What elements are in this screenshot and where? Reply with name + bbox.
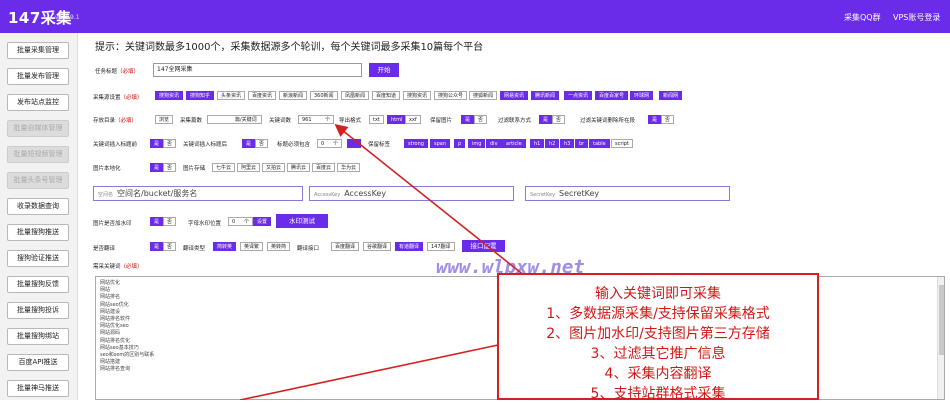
storage-option[interactable]: 腾讯云 <box>287 163 311 172</box>
promo-line: 4、采集内容翻译 <box>604 366 712 382</box>
tag-option[interactable]: img <box>468 139 486 148</box>
source-option[interactable]: 百度资讯 <box>248 91 277 100</box>
storage-option[interactable]: 阿里云 <box>237 163 261 172</box>
storage-option[interactable]: 又拍云 <box>262 163 286 172</box>
promo-line: 2、图片加水印/支持图片第三方存储 <box>546 326 770 342</box>
tag-option[interactable]: span <box>430 139 451 148</box>
storage-option[interactable]: 七牛云 <box>212 163 236 172</box>
source-option[interactable]: 一点资讯 <box>564 91 593 100</box>
source-option[interactable]: 头条资讯 <box>217 91 246 100</box>
tag-option[interactable]: h3 <box>560 139 575 148</box>
translate-api-option[interactable]: 147翻译 <box>427 242 455 251</box>
tag-option[interactable]: div <box>486 139 502 148</box>
translate-api-option[interactable]: 有道翻译 <box>395 242 424 251</box>
translate-api-option[interactable]: 百度翻译 <box>331 242 360 251</box>
tag-option[interactable]: table <box>589 139 610 148</box>
source-option[interactable]: 搜狐新闻 <box>469 91 498 100</box>
storage-option[interactable]: 百度云 <box>312 163 336 172</box>
translate-api-option[interactable]: 谷歌翻译 <box>363 242 392 251</box>
source-option[interactable]: 凤凰新闻 <box>341 91 370 100</box>
promo-box: 输入关键词即可采集 1、多数据源采集/支持保留采集格式 2、图片加水印/支持图片第三… <box>497 273 819 402</box>
promo-line: 5、支持站群格式采集 <box>590 386 726 402</box>
source-option[interactable]: 百度百家号 <box>595 91 629 100</box>
tag-option[interactable]: p <box>454 139 466 148</box>
promo-line: 3、过滤其它推广信息 <box>590 346 726 362</box>
translate-type-option[interactable]: 英译繁 <box>240 242 264 251</box>
tag-option[interactable]: strong <box>404 139 428 148</box>
source-option[interactable]: 网易资讯 <box>500 91 529 100</box>
format-option[interactable]: txt <box>369 115 384 124</box>
source-option[interactable]: 搜狗资讯 <box>155 91 184 100</box>
arrow-to-kwcount <box>334 124 541 289</box>
source-option[interactable]: 环球网 <box>630 91 654 100</box>
source-option[interactable]: 新闻网 <box>659 91 683 100</box>
source-option[interactable]: 360新闻 <box>310 91 338 100</box>
arrow-to-keywords <box>239 344 499 400</box>
tag-option[interactable]: h2 <box>545 139 560 148</box>
source-option[interactable]: 腾讯新闻 <box>531 91 560 100</box>
source-option[interactable]: 搜狗公众号 <box>434 91 468 100</box>
source-option[interactable]: 百度知道 <box>372 91 401 100</box>
source-option[interactable]: 搜狗知乎 <box>186 91 215 100</box>
translate-type-option[interactable]: 英转简 <box>267 242 291 251</box>
promo-line: 输入关键词即可采集 <box>595 286 721 302</box>
format-option[interactable]: xxf <box>405 115 421 124</box>
source-option[interactable]: 搜狗资讯 <box>403 91 432 100</box>
tag-option[interactable]: h1 <box>530 139 545 148</box>
promo-line: 1、多数据源采集/支持保留采集格式 <box>546 306 770 322</box>
storage-option[interactable]: 华为云 <box>337 163 361 172</box>
tag-option[interactable]: article <box>502 139 526 148</box>
format-option[interactable]: html <box>387 115 407 124</box>
tag-option[interactable]: br <box>575 139 589 148</box>
source-option[interactable]: 新浪新闻 <box>279 91 308 100</box>
translate-type-option[interactable]: 简转英 <box>213 242 237 251</box>
tag-option[interactable]: script <box>611 139 633 148</box>
